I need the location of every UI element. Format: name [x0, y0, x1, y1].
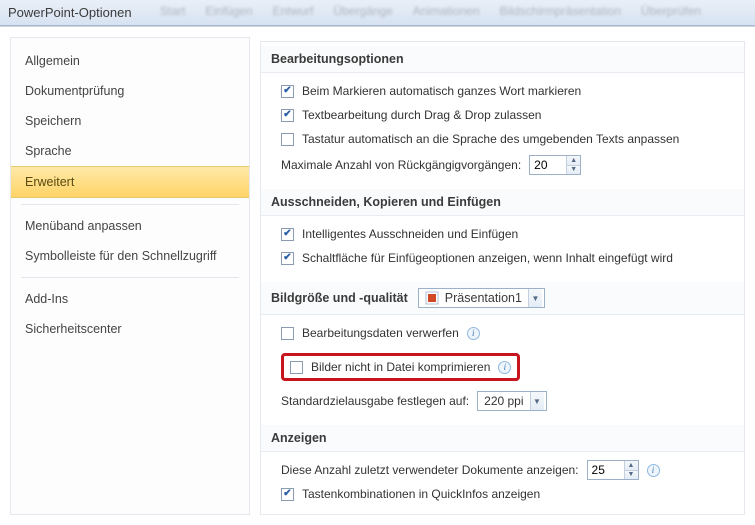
label-paste-button: Schaltfläche für Einfügeoptionen anzeige…	[302, 251, 673, 265]
sidebar-item-schnellzugriff[interactable]: Symbolleiste für den Schnellzugriff	[11, 241, 249, 271]
label-discard-edit-data: Bearbeitungsdaten verwerfen	[302, 326, 459, 340]
spin-up-icon[interactable]: ▲	[567, 156, 580, 166]
label-undo-count: Maximale Anzahl von Rückgängigvorgängen:	[281, 158, 521, 172]
checkbox-select-whole-word[interactable]	[281, 85, 294, 98]
options-panel: Bearbeitungsoptionen Beim Markieren auto…	[260, 41, 745, 515]
undo-count-spinner[interactable]: ▲ ▼	[529, 155, 581, 175]
options-sidebar: Allgemein Dokumentprüfung Speichern Spra…	[10, 37, 250, 515]
label-target-output: Standardzielausgabe festlegen auf:	[281, 394, 469, 408]
label-shortcuts-tooltips: Tastenkombinationen in QuickInfos anzeig…	[302, 487, 540, 501]
info-icon[interactable]: i	[467, 327, 480, 340]
background-ribbon-tabs: Start Einfügen Entwurf Übergänge Animati…	[160, 4, 701, 18]
checkbox-smart-cut[interactable]	[281, 228, 294, 241]
sidebar-item-sprache[interactable]: Sprache	[11, 136, 249, 166]
image-scope-value: Präsentation1	[445, 291, 522, 305]
checkbox-paste-button[interactable]	[281, 252, 294, 265]
sidebar-item-erweitert[interactable]: Erweitert	[11, 166, 249, 198]
section-head-display: Anzeigen	[261, 425, 744, 452]
sidebar-item-sicherheitscenter[interactable]: Sicherheitscenter	[11, 314, 249, 344]
title-bar: PowerPoint-Optionen Start Einfügen Entwu…	[0, 0, 755, 26]
sidebar-item-addins[interactable]: Add-Ins	[11, 284, 249, 314]
undo-count-input[interactable]	[530, 156, 566, 174]
section-head-edit: Bearbeitungsoptionen	[261, 46, 744, 73]
label-keyboard-lang: Tastatur automatisch an die Sprache des …	[302, 132, 679, 146]
spin-up-icon[interactable]: ▲	[625, 461, 638, 471]
label-no-compress: Bilder nicht in Datei komprimieren	[311, 360, 490, 374]
section-title-image: Bildgröße und -qualität	[271, 291, 408, 305]
chevron-down-icon[interactable]: ▼	[530, 392, 544, 410]
image-scope-dropdown[interactable]: Präsentation1 ▼	[418, 288, 545, 308]
highlight-box: Bilder nicht in Datei komprimieren i	[281, 353, 520, 381]
powerpoint-file-icon	[425, 291, 439, 305]
target-output-value: 220 ppi	[484, 394, 523, 408]
label-drag-drop: Textbearbeitung durch Drag & Drop zulass…	[302, 108, 541, 122]
section-head-image: Bildgröße und -qualität Präsentation1 ▼	[261, 282, 744, 315]
label-select-whole-word: Beim Markieren automatisch ganzes Wort m…	[302, 84, 581, 98]
target-output-dropdown[interactable]: 220 ppi ▼	[477, 391, 546, 411]
sidebar-separator	[21, 277, 239, 278]
label-smart-cut: Intelligentes Ausschneiden und Einfügen	[302, 227, 518, 241]
spin-down-icon[interactable]: ▼	[567, 166, 580, 175]
sidebar-item-allgemein[interactable]: Allgemein	[11, 46, 249, 76]
sidebar-item-dokumentpruefung[interactable]: Dokumentprüfung	[11, 76, 249, 106]
checkbox-keyboard-lang[interactable]	[281, 133, 294, 146]
recent-count-spinner[interactable]: ▲ ▼	[587, 460, 639, 480]
checkbox-shortcuts-tooltips[interactable]	[281, 488, 294, 501]
spin-down-icon[interactable]: ▼	[625, 471, 638, 480]
checkbox-drag-drop[interactable]	[281, 109, 294, 122]
sidebar-item-speichern[interactable]: Speichern	[11, 106, 249, 136]
checkbox-discard-edit-data[interactable]	[281, 327, 294, 340]
sidebar-item-menueband[interactable]: Menüband anpassen	[11, 211, 249, 241]
sidebar-separator	[21, 204, 239, 205]
window-title: PowerPoint-Optionen	[8, 5, 132, 20]
label-recent-count: Diese Anzahl zuletzt verwendeter Dokumen…	[281, 463, 579, 477]
section-head-clipboard: Ausschneiden, Kopieren und Einfügen	[261, 189, 744, 216]
chevron-down-icon[interactable]: ▼	[528, 289, 542, 307]
info-icon[interactable]: i	[647, 464, 660, 477]
recent-count-input[interactable]	[588, 461, 624, 479]
info-icon[interactable]: i	[498, 361, 511, 374]
checkbox-no-compress[interactable]	[290, 361, 303, 374]
